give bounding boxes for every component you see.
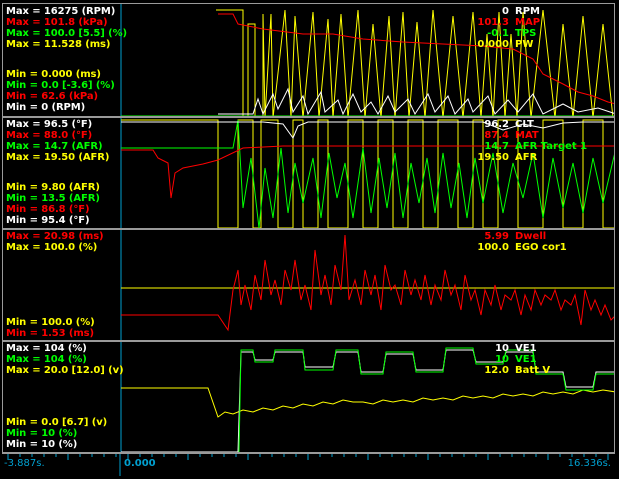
graph-panel-ve-battv[interactable]: Max = 104 (%) Max = 104 (%) Max = 20.0 [12… — [2, 341, 615, 453]
range-label: Min = 1.53 (ms) — [6, 328, 95, 339]
channel-value: 96.2 — [484, 119, 509, 130]
channel-value: 12.0 — [484, 365, 509, 376]
series-afr-target — [121, 119, 614, 228]
channel-name: VE1 — [515, 354, 537, 365]
range-label: Min = 0.000 (ms) — [6, 69, 101, 80]
range-label: Max = 16275 (RPM) — [6, 6, 116, 17]
channel-name: AFR Target 1 — [515, 141, 588, 152]
range-label: Max = 104 (%) — [6, 343, 87, 354]
channel-name: VE1 — [515, 343, 537, 354]
range-label: Max = 20.0 [12.0] (v) — [6, 365, 124, 376]
series-battv — [121, 387, 614, 418]
channel-value: 101.3 — [477, 17, 509, 28]
channel-value: 14.7 — [484, 141, 509, 152]
cursor-time-label: 0.000 — [124, 458, 156, 469]
series-afr — [121, 119, 614, 228]
left-time-label: -3.887s. — [4, 458, 45, 469]
range-label: Max = 104 (%) — [6, 354, 87, 365]
range-label: Max = 11.528 (ms) — [6, 39, 111, 50]
range-label: Min = 10 (%) — [6, 439, 78, 450]
range-label: Min = 95.4 (°F) — [6, 215, 90, 226]
channel-value: 19.50 — [477, 152, 509, 163]
channel-name: AFR — [515, 152, 538, 163]
graph-panel-rpm-map-tps-pw[interactable]: Max = 16275 (RPM) Max = 101.8 (kPa) Max = … — [2, 3, 615, 117]
log-viewer[interactable]: Max = 16275 (RPM) Max = 101.8 (kPa) Max = … — [0, 0, 619, 479]
range-label: Max = 101.8 (kPa) — [6, 17, 108, 28]
series-ve1-green — [238, 347, 614, 452]
channel-name: Dwell — [515, 231, 547, 242]
graph-panel-clt-mat-afr[interactable]: Max = 96.5 (°F) Max = 88.0 (°F) Max = 14.7… — [2, 117, 615, 229]
range-label: Min = 9.80 (AFR) — [6, 182, 100, 193]
channel-value: 10 — [495, 354, 509, 365]
time-ticks — [7, 454, 609, 476]
range-label: Max = 88.0 (°F) — [6, 130, 93, 141]
channel-name: RPM — [515, 6, 540, 17]
range-label: Min = 0.0 [6.7] (v) — [6, 417, 108, 428]
range-label: Min = 13.5 (AFR) — [6, 193, 100, 204]
range-label: Max = 100.0 [5.5] (%) — [6, 28, 128, 39]
range-label: Min = 100.0 (%) — [6, 317, 95, 328]
range-label: Max = 19.50 (AFR) — [6, 152, 110, 163]
channel-name: EGO cor1 — [515, 242, 567, 253]
time-scale-bar[interactable]: -3.887s. 0.000 16.336s. — [2, 453, 615, 476]
channel-name: CLT — [515, 119, 534, 130]
channel-value: 100.0 — [477, 242, 509, 253]
channel-name: MAP — [515, 17, 541, 28]
range-label: Min = 62.6 (kPa) — [6, 91, 98, 102]
channel-value: 5.99 — [484, 231, 509, 242]
range-label: Max = 14.7 (AFR) — [6, 141, 103, 152]
range-label: Max = 100.0 (%) — [6, 242, 98, 253]
channel-value: 10 — [495, 343, 509, 354]
channel-value: -0.1 — [487, 28, 509, 39]
range-label: Max = 96.5 (°F) — [6, 119, 93, 130]
right-time-label: 16.336s. — [567, 458, 611, 469]
range-label: Max = 20.98 (ms) — [6, 231, 104, 242]
range-label: Min = 0.0 [-3.6] (%) — [6, 80, 115, 91]
channel-name: PW — [515, 39, 534, 50]
range-label: Min = 0 (RPM) — [6, 102, 86, 113]
channel-value: 0.000 — [477, 39, 509, 50]
channel-name: TPS — [515, 28, 537, 39]
channel-value: 87.4 — [484, 130, 509, 141]
range-label: Min = 86.8 (°F) — [6, 204, 90, 215]
channel-name: MAT — [515, 130, 539, 141]
channel-value: 0 — [502, 6, 509, 17]
channel-name: Batt V — [515, 365, 551, 376]
range-label: Min = 10 (%) — [6, 428, 78, 439]
graph-panel-dwell-ego[interactable]: Max = 20.98 (ms) Max = 100.0 (%) Min = 100… — [2, 229, 615, 341]
series-clt — [121, 121, 614, 140]
